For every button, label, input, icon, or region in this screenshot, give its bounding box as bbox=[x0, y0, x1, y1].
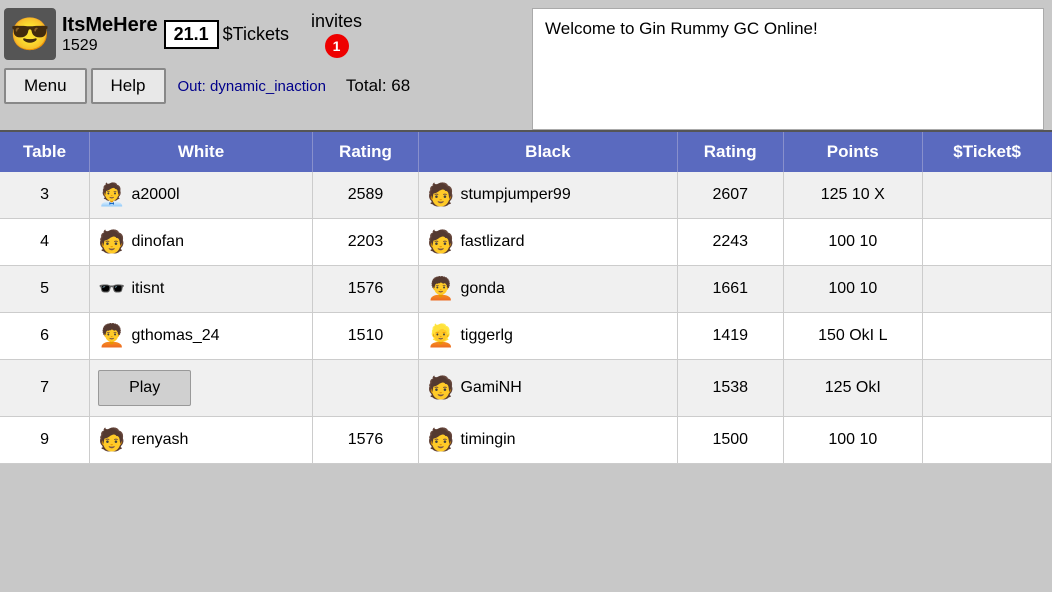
games-table: Table White Rating Black Rating Points $… bbox=[0, 130, 1052, 464]
welcome-message: Welcome to Gin Rummy GC Online! bbox=[532, 8, 1044, 130]
white-rating: 1576 bbox=[312, 417, 418, 464]
black-avatar: 🧑 bbox=[427, 229, 454, 255]
white-player: 🕶️ itisnt bbox=[90, 266, 313, 313]
black-player: 🧑 timingin bbox=[419, 417, 678, 464]
black-name: stumpjumper99 bbox=[460, 186, 570, 204]
white-name: dinofan bbox=[131, 233, 184, 251]
black-rating: 1419 bbox=[677, 313, 783, 360]
col-tickets: $Ticket$ bbox=[922, 131, 1051, 172]
white-avatar: 🧑‍🦱 bbox=[98, 323, 125, 349]
black-name: gonda bbox=[460, 280, 505, 298]
tickets bbox=[922, 266, 1051, 313]
tickets-label: $Tickets bbox=[223, 24, 289, 45]
black-avatar: 🧑 bbox=[427, 182, 454, 208]
black-player: 🧑‍🦱 gonda bbox=[419, 266, 678, 313]
black-name: fastlizard bbox=[460, 233, 524, 251]
total-count: Total: 68 bbox=[346, 76, 410, 96]
table-row: 3 🧑‍💼 a2000l 2589 🧑 stumpjumper99 2607125 10 X bbox=[0, 172, 1052, 219]
points: 125 OkI bbox=[783, 360, 922, 417]
help-button[interactable]: Help bbox=[91, 68, 166, 104]
white-avatar: 🧑‍💼 bbox=[98, 182, 125, 208]
white-avatar: 🕶️ bbox=[98, 276, 125, 302]
points: 100 10 bbox=[783, 266, 922, 313]
white-rating: 1510 bbox=[312, 313, 418, 360]
white-avatar: 🧑 bbox=[98, 229, 125, 255]
table-number: 6 bbox=[0, 313, 90, 360]
white-rating: 1576 bbox=[312, 266, 418, 313]
black-name: tiggerlg bbox=[460, 327, 512, 345]
white-player: 🧑‍🦱 gthomas_24 bbox=[90, 313, 313, 360]
black-name: timingin bbox=[460, 431, 515, 449]
black-avatar: 🧑 bbox=[427, 375, 454, 401]
white-name: renyash bbox=[131, 431, 188, 449]
table-number: 9 bbox=[0, 417, 90, 464]
white-rating: 2203 bbox=[312, 219, 418, 266]
black-rating: 1661 bbox=[677, 266, 783, 313]
table-number: 7 bbox=[0, 360, 90, 417]
points: 150 OkI L bbox=[783, 313, 922, 360]
black-avatar: 👱 bbox=[427, 323, 454, 349]
white-rating bbox=[312, 360, 418, 417]
white-name: a2000l bbox=[131, 186, 179, 204]
black-player: 🧑 stumpjumper99 bbox=[419, 172, 678, 219]
tickets bbox=[922, 172, 1051, 219]
black-rating: 1538 bbox=[677, 360, 783, 417]
table-row: 4 🧑 dinofan 2203 🧑 fastlizard 2243100 10 bbox=[0, 219, 1052, 266]
white-player: 🧑 renyash bbox=[90, 417, 313, 464]
table-row: 5 🕶️ itisnt 1576 🧑‍🦱 gonda 1661100 10 bbox=[0, 266, 1052, 313]
black-player: 🧑 GamiNH bbox=[419, 360, 678, 417]
user-score: 1529 bbox=[62, 37, 158, 55]
white-player: 🧑‍💼 a2000l bbox=[90, 172, 313, 219]
black-rating: 1500 bbox=[677, 417, 783, 464]
white-avatar: 🧑 bbox=[98, 427, 125, 453]
white-name: itisnt bbox=[131, 280, 164, 298]
table-number: 3 bbox=[0, 172, 90, 219]
col-table: Table bbox=[0, 131, 90, 172]
black-player: 👱 tiggerlg bbox=[419, 313, 678, 360]
col-white: White bbox=[90, 131, 313, 172]
table-row: 6 🧑‍🦱 gthomas_24 1510 👱 tiggerlg 1419150 OkI L bbox=[0, 313, 1052, 360]
table-row: 7Play 🧑 GamiNH 1538125 OkI bbox=[0, 360, 1052, 417]
invites-badge[interactable]: 1 bbox=[325, 34, 349, 58]
table-number: 5 bbox=[0, 266, 90, 313]
white-player[interactable]: Play bbox=[90, 360, 313, 417]
tickets bbox=[922, 313, 1051, 360]
play-button[interactable]: Play bbox=[98, 370, 191, 406]
points: 100 10 bbox=[783, 219, 922, 266]
col-points: Points bbox=[783, 131, 922, 172]
points: 125 10 X bbox=[783, 172, 922, 219]
invites-label: invites bbox=[311, 11, 362, 32]
black-avatar: 🧑 bbox=[427, 427, 454, 453]
out-status: Out: dynamic_inaction bbox=[178, 78, 326, 95]
black-avatar: 🧑‍🦱 bbox=[427, 276, 454, 302]
col-black: Black bbox=[419, 131, 678, 172]
col-rating-white: Rating bbox=[312, 131, 418, 172]
black-player: 🧑 fastlizard bbox=[419, 219, 678, 266]
white-rating: 2589 bbox=[312, 172, 418, 219]
tickets-value: 21.1 bbox=[164, 20, 219, 49]
username: ItsMeHere bbox=[62, 14, 158, 37]
tickets bbox=[922, 417, 1051, 464]
col-rating-black: Rating bbox=[677, 131, 783, 172]
black-name: GamiNH bbox=[460, 379, 521, 397]
points: 100 10 bbox=[783, 417, 922, 464]
user-avatar: 😎 bbox=[4, 8, 56, 60]
table-number: 4 bbox=[0, 219, 90, 266]
tickets bbox=[922, 219, 1051, 266]
black-rating: 2607 bbox=[677, 172, 783, 219]
menu-button[interactable]: Menu bbox=[4, 68, 87, 104]
white-player: 🧑 dinofan bbox=[90, 219, 313, 266]
black-rating: 2243 bbox=[677, 219, 783, 266]
tickets bbox=[922, 360, 1051, 417]
table-row: 9 🧑 renyash 1576 🧑 timingin 1500100 10 bbox=[0, 417, 1052, 464]
white-name: gthomas_24 bbox=[131, 327, 219, 345]
